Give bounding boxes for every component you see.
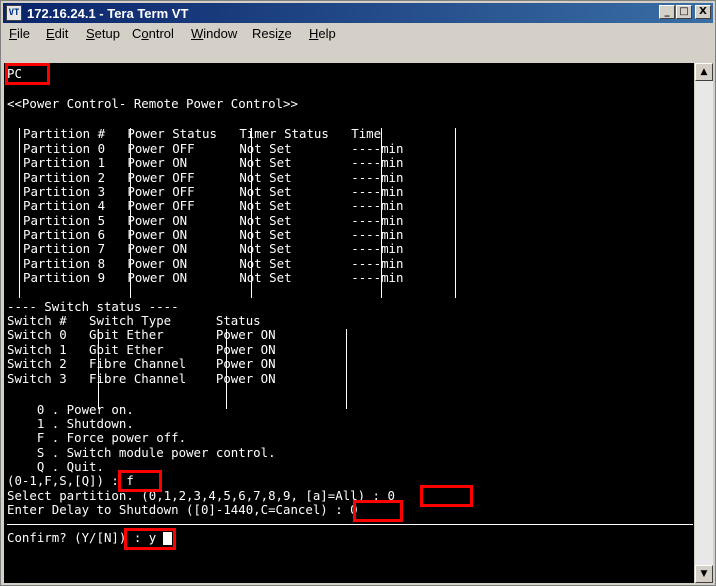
partition-table-header: Partition # Power Status Timer Status Ti…	[23, 126, 382, 141]
vertical-scrollbar[interactable]: ▲ ▼	[695, 63, 713, 583]
switch-row-3: Switch 3 Fibre Channel Power ON	[7, 371, 276, 386]
partition-row-0: Partition 0 Power OFF Not Set ----min	[23, 141, 404, 156]
partition-row-2: Partition 2 Power OFF Not Set ----min	[23, 170, 404, 185]
scroll-up-arrow-icon[interactable]: ▲	[695, 63, 713, 81]
switch-status-heading: ---- Switch status ----	[7, 299, 179, 314]
menu-control[interactable]: Control	[132, 26, 174, 41]
option-power-on: 0 . Power on.	[7, 402, 134, 417]
menu-help[interactable]: Help	[309, 26, 336, 41]
partition-row-3: Partition 3 Power OFF Not Set ----min	[23, 184, 404, 199]
prompt-shutdown-delay: Enter Delay to Shutdown ([0]-1440,C=Canc…	[7, 502, 358, 517]
partition-row-4: Partition 4 Power OFF Not Set ----min	[23, 198, 404, 213]
prompt-select-partition: Select partition. (0,1,2,3,4,5,6,7,8,9, …	[7, 488, 395, 503]
prompt-action-choice: (0-1,F,S,[Q]) : f	[7, 473, 134, 488]
switch-table-border-right	[346, 329, 347, 409]
menu-edit[interactable]: Edit	[46, 26, 68, 41]
menu-setup[interactable]: Setup	[86, 26, 120, 41]
highlight-pc	[5, 63, 50, 85]
menu-bar: File Edit Setup Control Window Resize He…	[3, 23, 713, 43]
partition-row-6: Partition 6 Power ON Not Set ----min	[23, 227, 404, 242]
partition-row-1: Partition 1 Power ON Not Set ----min	[23, 155, 404, 170]
highlight-action-choice	[118, 470, 162, 492]
highlight-delay-value	[353, 500, 403, 522]
terminal-line-menu-title: <<Power Control- Remote Power Control>>	[7, 96, 298, 111]
menu-file[interactable]: File	[9, 26, 30, 41]
window-title: 172.16.24.1 - Tera Term VT	[27, 6, 189, 21]
tera-term-app-icon[interactable]: VT	[6, 5, 22, 21]
menu-window[interactable]: Window	[191, 26, 237, 41]
option-switch-module: S . Switch module power control.	[7, 445, 276, 460]
prompt-separator	[7, 524, 693, 525]
switch-table-header: Switch # Switch Type Status	[7, 313, 261, 328]
highlight-confirm-value	[124, 528, 176, 550]
switch-row-2: Switch 2 Fibre Channel Power ON	[7, 356, 276, 371]
partition-row-7: Partition 7 Power ON Not Set ----min	[23, 241, 404, 256]
partition-row-5: Partition 5 Power ON Not Set ----min	[23, 213, 404, 228]
switch-row-0: Switch 0 Gbit Ether Power ON	[7, 327, 276, 342]
partition-row-8: Partition 8 Power ON Not Set ----min	[23, 256, 404, 271]
minimize-button[interactable]: _	[659, 5, 675, 19]
partition-table-border-left	[19, 128, 20, 298]
menu-resize[interactable]: Resize	[252, 26, 292, 41]
title-bar[interactable]: VT 172.16.24.1 - Tera Term VT _ □ X	[3, 3, 713, 23]
switch-row-1: Switch 1 Gbit Ether Power ON	[7, 342, 276, 357]
highlight-partition-choice	[420, 485, 473, 507]
scroll-down-arrow-icon[interactable]: ▼	[695, 565, 713, 583]
close-button[interactable]: X	[695, 5, 711, 19]
maximize-button[interactable]: □	[676, 5, 692, 19]
option-quit: Q . Quit.	[7, 459, 104, 474]
partition-row-9: Partition 9 Power ON Not Set ----min	[23, 270, 404, 285]
option-force-power-off: F . Force power off.	[7, 430, 187, 445]
partition-table-border-right	[455, 128, 456, 298]
tera-term-window: VT 172.16.24.1 - Tera Term VT _ □ X File…	[0, 0, 716, 586]
option-shutdown: 1 . Shutdown.	[7, 416, 134, 431]
